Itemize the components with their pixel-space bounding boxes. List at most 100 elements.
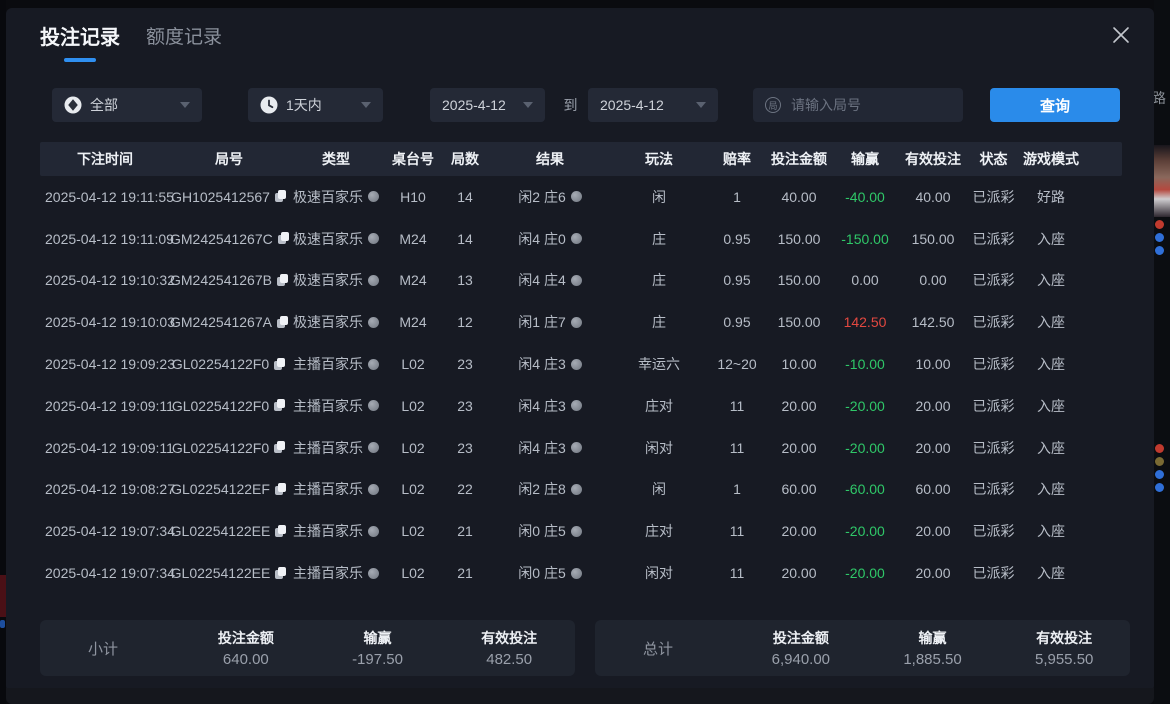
bet-amount: 10.00 bbox=[768, 356, 830, 372]
game-type: 主播百家乐 bbox=[293, 438, 363, 458]
result-cell: 闲2 庄8 bbox=[488, 479, 612, 499]
tab-bet-records[interactable]: 投注记录 bbox=[40, 24, 120, 62]
clock-icon bbox=[260, 96, 278, 114]
result-cell: 闲4 庄4 bbox=[488, 270, 612, 290]
play-type: 庄 bbox=[612, 229, 706, 249]
table-row: 2025-04-12 19:09:11GL02254122F0主播百家乐L022… bbox=[40, 427, 1122, 469]
round-search-input[interactable] bbox=[789, 96, 951, 114]
result: 闲2 庄8 bbox=[518, 479, 565, 499]
date-from-picker[interactable]: 2025-4-12 bbox=[430, 88, 545, 122]
table-row: 2025-04-12 19:09:11GL02254122F0主播百家乐L022… bbox=[40, 385, 1122, 427]
chip-icon bbox=[64, 96, 82, 114]
win-loss: -20.00 bbox=[830, 523, 900, 539]
result-detail-icon[interactable] bbox=[571, 317, 582, 328]
round-count: 21 bbox=[442, 565, 488, 581]
game-mode: 入座 bbox=[1021, 312, 1081, 332]
table-row: 2025-04-12 19:11:55GH1025412567极速百家乐H101… bbox=[40, 176, 1122, 218]
game-type: 主播百家乐 bbox=[293, 521, 363, 541]
result-detail-icon[interactable] bbox=[571, 442, 582, 453]
copy-icon[interactable] bbox=[277, 274, 288, 287]
header-cell: 游戏模式 bbox=[1021, 149, 1081, 169]
header-cell: 局数 bbox=[442, 149, 488, 169]
result-detail-icon[interactable] bbox=[571, 275, 582, 286]
game-type-cell: 主播百家乐 bbox=[288, 479, 384, 499]
game-mode: 入座 bbox=[1021, 396, 1081, 416]
round-count: 14 bbox=[442, 231, 488, 247]
table-row: 2025-04-12 19:07:34GL02254122EE主播百家乐L022… bbox=[40, 510, 1122, 552]
round-count: 22 bbox=[442, 481, 488, 497]
table-row: 2025-04-12 19:08:27GL02254122EF主播百家乐L022… bbox=[40, 469, 1122, 511]
game-type: 主播百家乐 bbox=[293, 396, 363, 416]
bet-time: 2025-04-12 19:09:23 bbox=[40, 356, 170, 372]
result-detail-icon[interactable] bbox=[571, 359, 582, 370]
time-range-dropdown[interactable]: 1天内 bbox=[248, 88, 383, 122]
header-cell: 结果 bbox=[488, 149, 612, 169]
copy-icon[interactable] bbox=[278, 232, 288, 245]
copy-icon[interactable] bbox=[275, 190, 287, 203]
copy-icon[interactable] bbox=[274, 358, 286, 371]
winloss-header: 输赢 bbox=[364, 628, 392, 648]
tab-quota-records[interactable]: 额度记录 bbox=[146, 24, 222, 62]
valid-bet: 40.00 bbox=[900, 189, 966, 205]
status-badge: 已派彩 bbox=[966, 438, 1021, 458]
chevron-down-icon bbox=[180, 102, 190, 108]
odds: 0.95 bbox=[706, 314, 768, 330]
total-label: 总计 bbox=[595, 638, 735, 659]
background-icons bbox=[1155, 444, 1164, 492]
date-from-value: 2025-4-12 bbox=[442, 97, 506, 113]
game-type: 极速百家乐 bbox=[293, 187, 363, 207]
win-loss: 142.50 bbox=[830, 314, 900, 330]
query-button[interactable]: 查询 bbox=[990, 88, 1120, 122]
result-detail-icon[interactable] bbox=[571, 191, 582, 202]
game-type-cell: 极速百家乐 bbox=[288, 229, 384, 249]
game-type-dropdown[interactable]: 全部 bbox=[52, 88, 202, 122]
odds: 11 bbox=[706, 523, 768, 539]
copy-icon[interactable] bbox=[274, 441, 286, 454]
dealer-video-sliver bbox=[1154, 308, 1170, 440]
result-detail-icon[interactable] bbox=[571, 526, 582, 537]
round-number-icon: 局 bbox=[765, 97, 781, 113]
total-box: 总计 投注金额 6,940.00 输赢 1,885.50 有效投注 5,955.… bbox=[595, 620, 1130, 676]
play-type: 幸运六 bbox=[612, 354, 706, 374]
table-header-row: 下注时间局号类型桌台号局数结果玩法赔率投注金额输赢有效投注状态游戏模式 bbox=[40, 142, 1122, 176]
filter-bar: 全部 1天内 2025-4-12 到 2025-4-12 局 查询 bbox=[52, 88, 1120, 122]
result-cell: 闲4 庄3 bbox=[488, 396, 612, 416]
game-type-cell: 极速百家乐 bbox=[288, 270, 384, 290]
result-cell: 闲1 庄7 bbox=[488, 312, 612, 332]
play-type: 闲对 bbox=[612, 563, 706, 583]
copy-icon[interactable] bbox=[275, 483, 287, 496]
blue-chip-icon bbox=[1155, 246, 1164, 255]
copy-icon[interactable] bbox=[275, 567, 287, 580]
bet-amount: 150.00 bbox=[768, 231, 830, 247]
result-detail-icon[interactable] bbox=[571, 568, 582, 579]
game-type-icon bbox=[368, 484, 379, 495]
bet-time: 2025-04-12 19:08:27 bbox=[40, 481, 170, 497]
background-clipped-text: 路 bbox=[1154, 88, 1166, 108]
total-valid: 5,955.50 bbox=[1035, 651, 1093, 668]
copy-icon[interactable] bbox=[277, 316, 288, 329]
result-detail-icon[interactable] bbox=[571, 400, 582, 411]
header-cell: 下注时间 bbox=[40, 149, 170, 169]
table-row: 2025-04-12 19:10:32GM242541267B极速百家乐M241… bbox=[40, 260, 1122, 302]
bet-time: 2025-04-12 19:09:11 bbox=[40, 398, 170, 414]
valid-bet: 60.00 bbox=[900, 481, 966, 497]
game-type-icon bbox=[368, 400, 379, 411]
result-detail-icon[interactable] bbox=[571, 484, 582, 495]
close-button[interactable] bbox=[1108, 22, 1134, 48]
odds: 11 bbox=[706, 398, 768, 414]
gold-chip-icon bbox=[1155, 457, 1164, 466]
status-badge: 已派彩 bbox=[966, 229, 1021, 249]
game-mode: 入座 bbox=[1021, 270, 1081, 290]
odds: 0.95 bbox=[706, 231, 768, 247]
result-detail-icon[interactable] bbox=[571, 233, 582, 244]
subtotal-label: 小计 bbox=[40, 638, 180, 659]
win-loss: -20.00 bbox=[830, 398, 900, 414]
valid-header: 有效投注 bbox=[1036, 628, 1092, 648]
copy-icon[interactable] bbox=[275, 525, 287, 538]
date-to-picker[interactable]: 2025-4-12 bbox=[588, 88, 718, 122]
amount-header: 投注金额 bbox=[773, 628, 829, 648]
status-badge: 已派彩 bbox=[966, 521, 1021, 541]
win-loss: -150.00 bbox=[830, 231, 900, 247]
copy-icon[interactable] bbox=[274, 399, 286, 412]
result-cell: 闲4 庄3 bbox=[488, 354, 612, 374]
